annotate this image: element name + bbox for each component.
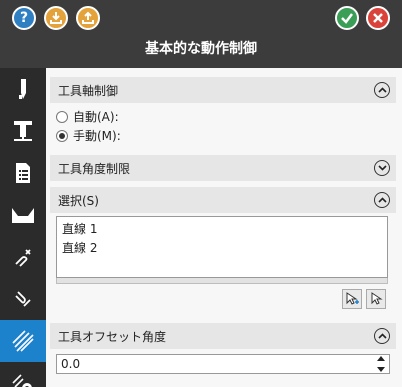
- sidebar-item-hatch-pattern[interactable]: [0, 320, 46, 362]
- import-icon: [50, 12, 62, 24]
- help-icon: ?: [19, 10, 29, 26]
- stock-icon: [12, 208, 34, 223]
- lead-out-icon: [15, 291, 31, 307]
- offset-angle-input[interactable]: 0.0: [56, 354, 390, 374]
- section-title: 選択(S): [58, 193, 99, 208]
- sidebar-item-document-list[interactable]: [0, 152, 46, 194]
- list-item[interactable]: 直線 2: [62, 239, 97, 256]
- section-title: 工具軸制御: [58, 83, 119, 98]
- sidebar-item-lead-out[interactable]: [0, 278, 46, 320]
- section-title: 工具オフセット角度: [58, 329, 167, 344]
- help-button[interactable]: ?: [12, 6, 36, 30]
- export-button[interactable]: [76, 6, 100, 30]
- section-tool-offset-angle[interactable]: 工具オフセット角度: [50, 323, 396, 349]
- export-icon: [82, 11, 94, 24]
- sidebar-item-tool[interactable]: [0, 68, 46, 110]
- cancel-icon: [373, 13, 383, 23]
- expand-button[interactable]: [374, 160, 390, 176]
- select-button[interactable]: [366, 289, 386, 309]
- section-tool-angle-limit[interactable]: 工具角度制限: [50, 155, 396, 181]
- tool-holder-icon: [14, 121, 32, 141]
- cursor-icon: [371, 292, 383, 305]
- collapse-button[interactable]: [374, 82, 390, 98]
- spin-down-icon[interactable]: [377, 367, 385, 372]
- ok-button[interactable]: [335, 6, 359, 30]
- offset-angle-value[interactable]: 0.0: [61, 357, 80, 371]
- content-panel: 工具軸制御 自動(A): 手動(M): 工具角度制限 選択(S) 直線 1 直線…: [46, 68, 402, 387]
- add-selection-button[interactable]: [342, 289, 362, 309]
- spin-up-icon[interactable]: [377, 356, 385, 361]
- radio-button[interactable]: [56, 129, 68, 142]
- horizontal-scrollbar[interactable]: [56, 278, 388, 284]
- collapse-button[interactable]: [374, 192, 390, 208]
- lead-in-icon: [15, 249, 31, 267]
- sidebar: [0, 68, 46, 387]
- radio-label: 手動(M):: [73, 129, 121, 143]
- ok-icon: [341, 13, 353, 24]
- section-title: 工具角度制限: [58, 161, 131, 176]
- sidebar-item-settings[interactable]: [0, 362, 46, 387]
- chevron-up-icon: [377, 87, 387, 93]
- collapse-button[interactable]: [374, 328, 390, 344]
- chevron-up-icon: [377, 333, 387, 339]
- radio-manual[interactable]: 手動(M):: [56, 127, 121, 144]
- spin-arrows[interactable]: [376, 356, 386, 372]
- section-tool-axis-control[interactable]: 工具軸制御: [50, 77, 396, 103]
- cancel-button[interactable]: [366, 6, 390, 30]
- title-bar: ? 基本的な動作制御: [0, 0, 402, 68]
- settings-icon: [12, 374, 32, 387]
- sidebar-item-lead-in[interactable]: [0, 236, 46, 278]
- list-item[interactable]: 直線 1: [62, 220, 97, 237]
- import-button[interactable]: [44, 6, 68, 30]
- sidebar-item-stock[interactable]: [0, 194, 46, 236]
- tool-icon: [19, 79, 26, 99]
- section-selection[interactable]: 選択(S): [50, 187, 396, 213]
- hatch-pattern-icon: [12, 330, 34, 352]
- selection-list[interactable]: 直線 1 直線 2: [56, 216, 388, 278]
- radio-label: 自動(A):: [73, 110, 119, 124]
- sidebar-item-tool-holder[interactable]: [0, 110, 46, 152]
- chevron-up-icon: [377, 197, 387, 203]
- document-list-icon: [16, 163, 30, 183]
- select-add-icon: [346, 292, 359, 305]
- radio-button[interactable]: [56, 110, 68, 123]
- radio-auto[interactable]: 自動(A):: [56, 108, 119, 125]
- chevron-down-icon: [377, 165, 387, 171]
- window-title: 基本的な動作制御: [145, 41, 257, 57]
